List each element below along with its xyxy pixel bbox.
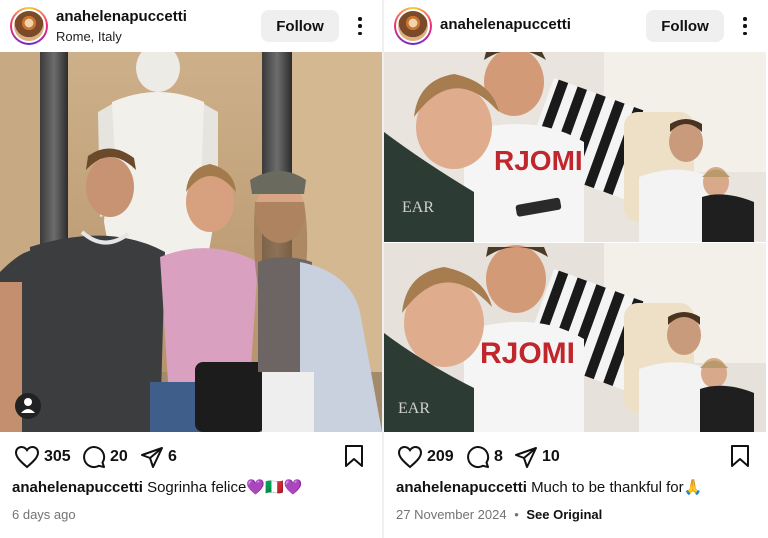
post-photo-2[interactable]: RJOMI EAR [384,243,766,432]
comment-action[interactable]: 20 [82,442,128,472]
post-meta: 27 November 2024 • See Original [396,507,602,522]
bookmark-icon[interactable] [344,444,364,468]
shirt-text: RJOMI [494,145,583,176]
caption-username[interactable]: anahelenapuccetti [396,479,527,496]
sweater-text: EAR [398,400,430,417]
like-count: 305 [44,448,71,465]
shirt-text: RJOMI [480,337,575,370]
profile-avatar[interactable] [394,7,432,45]
caption: anahelenapuccetti Sogrinha felice💜🇮🇹💜 [12,478,302,496]
like-action[interactable]: 305 [14,442,71,472]
see-original-link[interactable]: See Original [526,507,602,522]
more-icon[interactable] [735,14,755,38]
post-date: 27 November 2024 [396,507,507,522]
share-count: 6 [168,448,177,465]
post-left: anahelenapuccetti Rome, Italy Follow 305… [0,0,382,538]
post-header: anahelenapuccetti Rome, Italy Follow [0,0,382,52]
comment-icon[interactable] [82,445,106,469]
post-actions: 209 8 10 [384,442,766,472]
profile-avatar[interactable] [10,7,48,45]
username[interactable]: anahelenapuccetti [56,8,187,25]
comment-count: 8 [494,448,503,465]
follow-button[interactable]: Follow [646,10,724,42]
share-action[interactable]: 6 [140,442,177,472]
caption-text: Sogrinha felice💜🇮🇹💜 [147,479,303,496]
share-icon[interactable] [514,445,538,469]
heart-icon[interactable] [397,445,423,469]
heart-icon[interactable] [14,445,40,469]
post-right: anahelenapuccetti Follow RJOMI EAR RJOMI… [384,0,766,538]
caption: anahelenapuccetti Much to be thankful fo… [396,478,702,496]
comment-icon[interactable] [466,445,490,469]
like-count: 209 [427,448,454,465]
caption-text: Much to be thankful for🙏 [531,479,703,496]
caption-username[interactable]: anahelenapuccetti [12,479,143,496]
post-photo-1[interactable]: RJOMI EAR [384,52,766,242]
share-count: 10 [542,448,560,465]
location[interactable]: Rome, Italy [56,29,122,44]
share-action[interactable]: 10 [514,442,560,472]
comment-action[interactable]: 8 [466,442,503,472]
more-icon[interactable] [350,14,370,38]
username[interactable]: anahelenapuccetti [440,16,571,33]
comment-count: 20 [110,448,128,465]
post-header: anahelenapuccetti Follow [384,0,766,52]
share-icon[interactable] [140,445,164,469]
post-timestamp: 6 days ago [12,507,76,522]
sweater-text: EAR [402,199,434,216]
follow-button[interactable]: Follow [261,10,339,42]
post-actions: 305 20 6 [0,442,382,472]
bookmark-icon[interactable] [730,444,750,468]
like-action[interactable]: 209 [397,442,454,472]
post-photo[interactable] [0,52,382,432]
meta-separator: • [514,507,519,522]
